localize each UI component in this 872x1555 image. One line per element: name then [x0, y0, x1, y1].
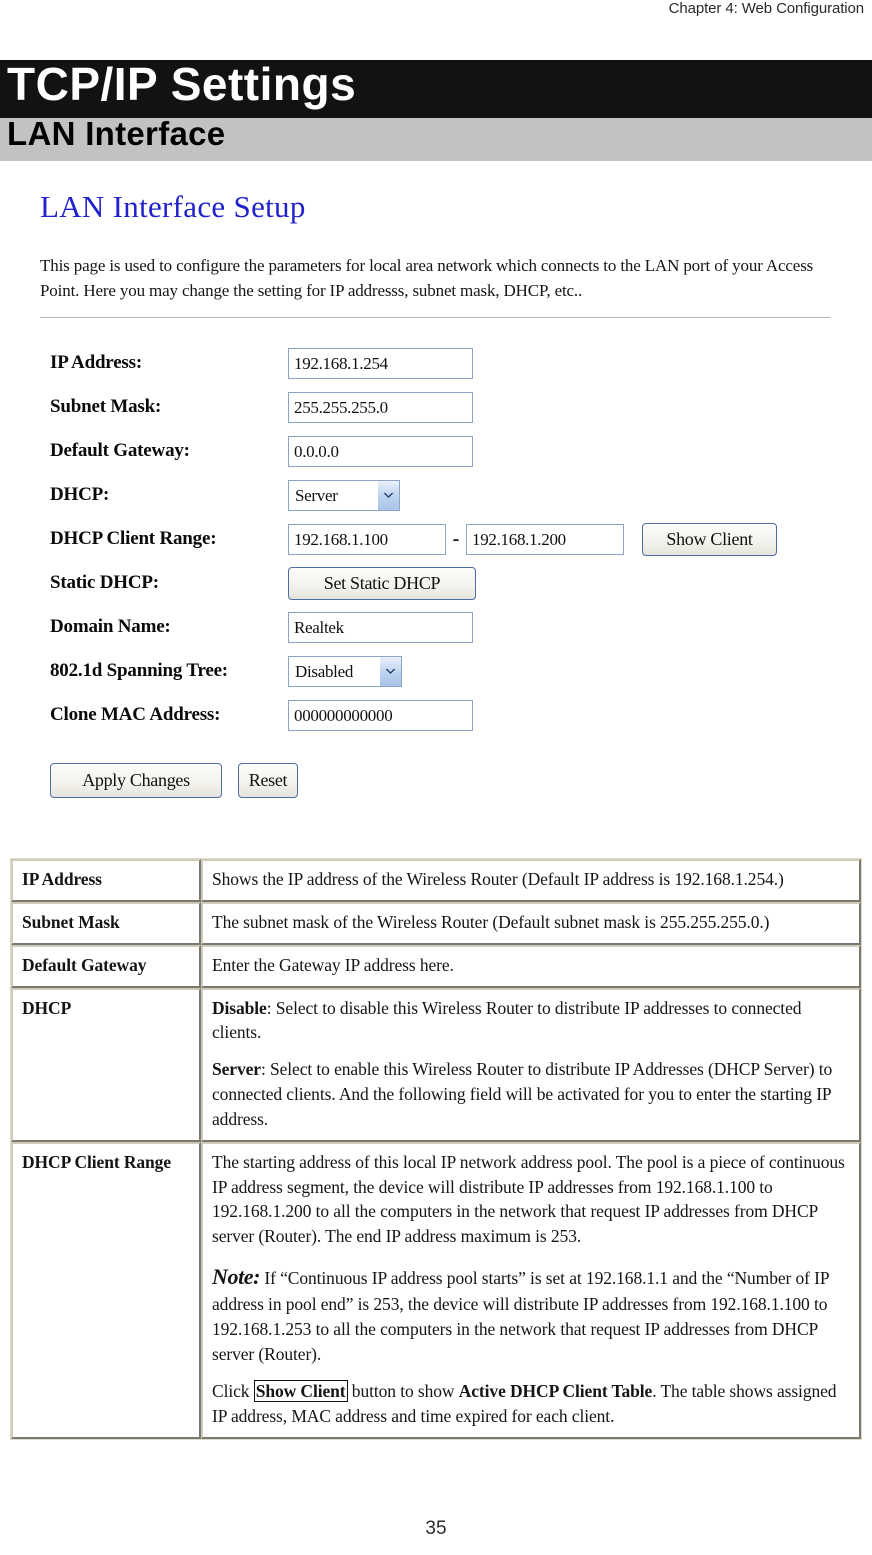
panel-heading: LAN Interface Setup	[40, 189, 306, 224]
description-text: If “Continuous IP address pool starts” i…	[212, 1268, 829, 1365]
description-paragraph: Click Show Client button to show Active …	[212, 1379, 850, 1429]
table-cell-key: DHCP Client Range	[11, 1141, 201, 1439]
field-description-table-body: IP Address Shows the IP address of the Wi…	[11, 859, 861, 1439]
field-ip-address: 192.168.1.254	[288, 347, 473, 379]
description-text: The subnet mask of the Wireless Router (…	[212, 911, 770, 932]
label-dhcp: DHCP:	[50, 484, 110, 506]
table-cell-description: Disable: Select to disable this Wireless…	[201, 987, 861, 1142]
table-row: Default Gateway Enter the Gateway IP addr…	[11, 944, 861, 988]
description-text: : Select to disable this Wireless Router…	[212, 997, 802, 1043]
spanning-tree-select[interactable]: Disabled	[288, 655, 402, 687]
page-number: 35	[425, 1518, 447, 1539]
field-clone-mac-address: 000000000000	[288, 699, 473, 731]
field-description-table: IP Address Shows the IP address of the Wi…	[10, 858, 862, 1440]
table-cell-description: Shows the IP address of the Wireless Rou…	[201, 859, 861, 902]
form-row-dhcp-client-range: DHCP Client Range: 192.168.1.100 - 192.1…	[40, 517, 840, 561]
form-row-clone-mac: Clone MAC Address: 000000000000	[40, 693, 840, 737]
spanning-tree-select-value: Disabled	[295, 661, 354, 681]
table-cell-description: The starting address of this local IP ne…	[201, 1141, 861, 1439]
show-client-button[interactable]: Show Client	[642, 522, 777, 556]
default-gateway-input[interactable]: 0.0.0.0	[288, 435, 473, 467]
dhcp-select[interactable]: Server	[288, 479, 400, 511]
note-label: Note:	[212, 1264, 261, 1290]
lan-interface-panel: LAN Interface Setup This page is used to…	[40, 189, 840, 799]
subnet-mask-input[interactable]: 255.255.255.0	[288, 391, 473, 423]
dhcp-range-end-input[interactable]: 192.168.1.200	[466, 523, 624, 555]
form-row-static-dhcp: Static DHCP: Set Static DHCP	[40, 561, 840, 605]
field-default-gateway: 0.0.0.0	[288, 435, 473, 467]
table-cell-key: Default Gateway	[11, 944, 201, 988]
dhcp-range-separator: -	[452, 528, 460, 551]
field-spanning-tree: Disabled	[288, 655, 402, 687]
field-subnet-mask: 255.255.255.0	[288, 391, 473, 423]
dhcp-select-value: Server	[295, 485, 338, 505]
table-row: IP Address Shows the IP address of the Wi…	[11, 859, 861, 902]
description-text: The starting address of this local IP ne…	[212, 1151, 845, 1247]
set-static-dhcp-button[interactable]: Set Static DHCP	[288, 566, 476, 600]
table-cell-key: DHCP	[11, 987, 201, 1142]
panel-divider	[40, 317, 830, 320]
page-title: TCP/IP Settings	[7, 58, 357, 110]
description-text: button to show	[347, 1380, 459, 1401]
emphasis-text: Active DHCP Client Table	[458, 1380, 653, 1401]
table-row: DHCP Client Range The starting address of…	[11, 1141, 861, 1439]
table-cell-key: Subnet Mask	[11, 901, 201, 945]
description-text: : Select to enable this Wireless Router …	[212, 1059, 833, 1129]
ip-address-input[interactable]: 192.168.1.254	[288, 347, 473, 379]
label-default-gateway: Default Gateway:	[50, 440, 190, 462]
description-paragraph: Disable: Select to disable this Wireless…	[212, 996, 850, 1046]
field-dhcp: Server	[288, 479, 400, 511]
emphasis-text: Server	[212, 1059, 261, 1080]
description-paragraph: Enter the Gateway IP address here.	[212, 953, 850, 978]
form-actions: Apply Changes Reset	[50, 763, 840, 799]
label-dhcp-client-range: DHCP Client Range:	[50, 528, 217, 550]
section-banner: TCP/IP Settings	[0, 58, 872, 118]
table-cell-description: Enter the Gateway IP address here.	[201, 944, 861, 988]
label-domain-name: Domain Name:	[50, 616, 171, 638]
description-paragraph: The subnet mask of the Wireless Router (…	[212, 910, 850, 935]
description-text: Enter the Gateway IP address here.	[212, 954, 454, 975]
dhcp-range-start-input[interactable]: 192.168.1.100	[288, 523, 446, 555]
form-row-domain-name: Domain Name: Realtek	[40, 605, 840, 649]
description-paragraph: The starting address of this local IP ne…	[212, 1150, 850, 1249]
apply-changes-button[interactable]: Apply Changes	[50, 763, 222, 799]
table-row: DHCP Disable: Select to disable this Wire…	[11, 987, 861, 1142]
table-cell-key: IP Address	[11, 859, 201, 902]
description-text: Shows the IP address of the Wireless Rou…	[212, 869, 784, 889]
domain-name-input[interactable]: Realtek	[288, 611, 473, 643]
running-head: Chapter 4: Web Configuration	[668, 0, 864, 17]
description-text: Click	[212, 1380, 254, 1401]
form-row-dhcp: DHCP: Server	[40, 473, 840, 517]
label-ip-address: IP Address:	[50, 352, 142, 374]
subsection-banner: LAN Interface	[0, 115, 872, 161]
description-paragraph: Shows the IP address of the Wireless Rou…	[212, 867, 850, 892]
panel-description: This page is used to configure the param…	[40, 256, 814, 300]
page-subtitle: LAN Interface	[7, 115, 226, 152]
reset-button[interactable]: Reset	[238, 763, 298, 799]
table-row: Subnet Mask The subnet mask of the Wirele…	[11, 901, 861, 945]
field-domain-name: Realtek	[288, 611, 473, 643]
label-subnet-mask: Subnet Mask:	[50, 396, 162, 418]
table-cell-description: The subnet mask of the Wireless Router (…	[201, 901, 861, 945]
description-paragraph: Server: Select to enable this Wireless R…	[212, 1057, 850, 1132]
form-row-default-gateway: Default Gateway: 0.0.0.0	[40, 429, 840, 473]
chevron-down-icon[interactable]	[379, 656, 401, 686]
form-row-spanning-tree: 802.1d Spanning Tree: Disabled	[40, 649, 840, 693]
chevron-down-icon[interactable]	[377, 480, 399, 510]
lan-settings-form: IP Address: 192.168.1.254 Subnet Mask: 2…	[40, 341, 840, 799]
label-static-dhcp: Static DHCP:	[50, 572, 159, 594]
field-dhcp-client-range: 192.168.1.100 - 192.168.1.200 Show Clien…	[288, 522, 777, 556]
form-row-ip-address: IP Address: 192.168.1.254	[40, 341, 840, 385]
form-row-subnet-mask: Subnet Mask: 255.255.255.0	[40, 385, 840, 429]
show-client-reference: Show Client	[253, 1379, 348, 1402]
clone-mac-address-input[interactable]: 000000000000	[288, 699, 473, 731]
field-static-dhcp: Set Static DHCP	[288, 566, 476, 600]
emphasis-text: Disable	[212, 997, 267, 1018]
label-clone-mac-address: Clone MAC Address:	[50, 704, 221, 726]
label-spanning-tree: 802.1d Spanning Tree:	[50, 660, 228, 682]
description-paragraph: Note: If “Continuous IP address pool sta…	[212, 1261, 850, 1367]
